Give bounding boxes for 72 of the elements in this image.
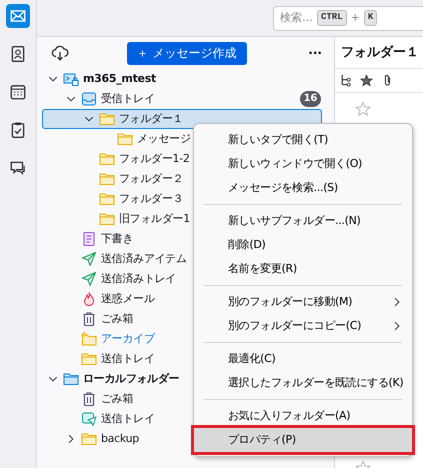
folder-label: アーカイブ: [101, 330, 155, 347]
folder-label: メッセージ: [137, 130, 191, 147]
keyboard-key: K: [364, 10, 378, 26]
trash-icon: [81, 391, 97, 407]
folder-label: 受信トレイ: [101, 90, 155, 107]
chevron-right-icon: [392, 297, 402, 307]
folder-label: 旧フォルダー1: [119, 210, 190, 227]
compose-button[interactable]: ＋ メッセージ作成: [126, 42, 247, 64]
folder-icon: [81, 431, 97, 447]
folder-label: フォルダー1-2: [119, 150, 190, 167]
plus-sign: +: [350, 10, 360, 26]
star-icon[interactable]: [355, 101, 371, 117]
more-button[interactable]: ···: [304, 44, 326, 62]
address-book-icon: [9, 45, 27, 63]
paper-plane-icon: [81, 271, 97, 287]
chat-icon: [9, 159, 27, 177]
folder-label: ごみ箱: [101, 310, 134, 327]
menu-item[interactable]: 名前を変更(R): [194, 257, 412, 281]
inbox-icon: [81, 91, 97, 107]
star-icon[interactable]: [360, 74, 373, 87]
cloud-download-icon[interactable]: [51, 44, 69, 62]
menu-item[interactable]: プロパティ(P): [194, 428, 412, 452]
folder-item[interactable]: m365_mtest: [42, 69, 322, 89]
chevron-down-icon[interactable]: [48, 374, 58, 384]
folder-label: 送信トレイ: [101, 350, 155, 367]
folder-label: 迷惑メール: [101, 290, 155, 307]
folder-label: 送信トレイ: [101, 410, 155, 427]
folder-label: backup: [101, 430, 139, 447]
thread-icon[interactable]: [339, 74, 352, 87]
folder-label: m365_mtest: [83, 70, 156, 87]
folder-label: 下書き: [101, 230, 134, 247]
folder-label: 送信済みアイテム: [101, 250, 187, 267]
menu-item[interactable]: 別のフォルダーに移動(M): [194, 290, 412, 314]
folder-icon: [117, 131, 133, 147]
menu-item[interactable]: 新しいウィンドウで開く(O): [194, 152, 412, 176]
menu-item[interactable]: メッセージを検索...(S): [194, 176, 412, 200]
folder-sparkle-icon: [81, 331, 97, 347]
folder-label: 送信済みトレイ: [101, 270, 176, 287]
mail-tab[interactable]: [6, 4, 30, 28]
calendar-icon: [9, 83, 27, 101]
menu-item[interactable]: 新しいタブで開く(T): [194, 128, 412, 152]
folder-title: フォルダー１: [335, 37, 423, 69]
chevron-right-icon: [392, 321, 402, 331]
search-field[interactable]: 検索… CTRL + K: [273, 6, 423, 30]
tasks-icon: [9, 121, 27, 139]
folder-label: フォルダー３: [119, 190, 184, 207]
folder-label: フォルダー１: [119, 110, 184, 127]
folder-icon: [99, 191, 115, 207]
menu-item[interactable]: 削除(D): [194, 233, 412, 257]
menu-item[interactable]: 最適化(C): [194, 347, 412, 371]
folder-label: ごみ箱: [101, 390, 134, 407]
menu-item[interactable]: 新しいサブフォルダー...(N): [194, 209, 412, 233]
keyboard-key: CTRL: [317, 10, 347, 26]
folder-icon: [81, 351, 97, 367]
folder-icon: [99, 111, 115, 127]
folder-icon: [99, 151, 115, 167]
chevron-right-icon[interactable]: [66, 434, 76, 444]
trash-icon: [81, 311, 97, 327]
search-placeholder: 検索…: [280, 10, 313, 26]
unread-count: 16: [300, 91, 321, 107]
folder-icon: [99, 211, 115, 227]
folder-label: ローカルフォルダー: [83, 370, 180, 387]
paper-plane-icon: [81, 251, 97, 267]
document-icon: [81, 231, 97, 247]
account-icon: [63, 71, 79, 87]
folder-icon: [63, 371, 79, 387]
outbox-icon: [81, 411, 97, 427]
flame-icon: [81, 291, 97, 307]
folder-label: フォルダー２: [119, 170, 184, 187]
menu-item[interactable]: 別のフォルダーにコピー(C): [194, 314, 412, 338]
folder-icon: [99, 171, 115, 187]
folder-item[interactable]: 受信トレイ 16: [42, 89, 322, 109]
